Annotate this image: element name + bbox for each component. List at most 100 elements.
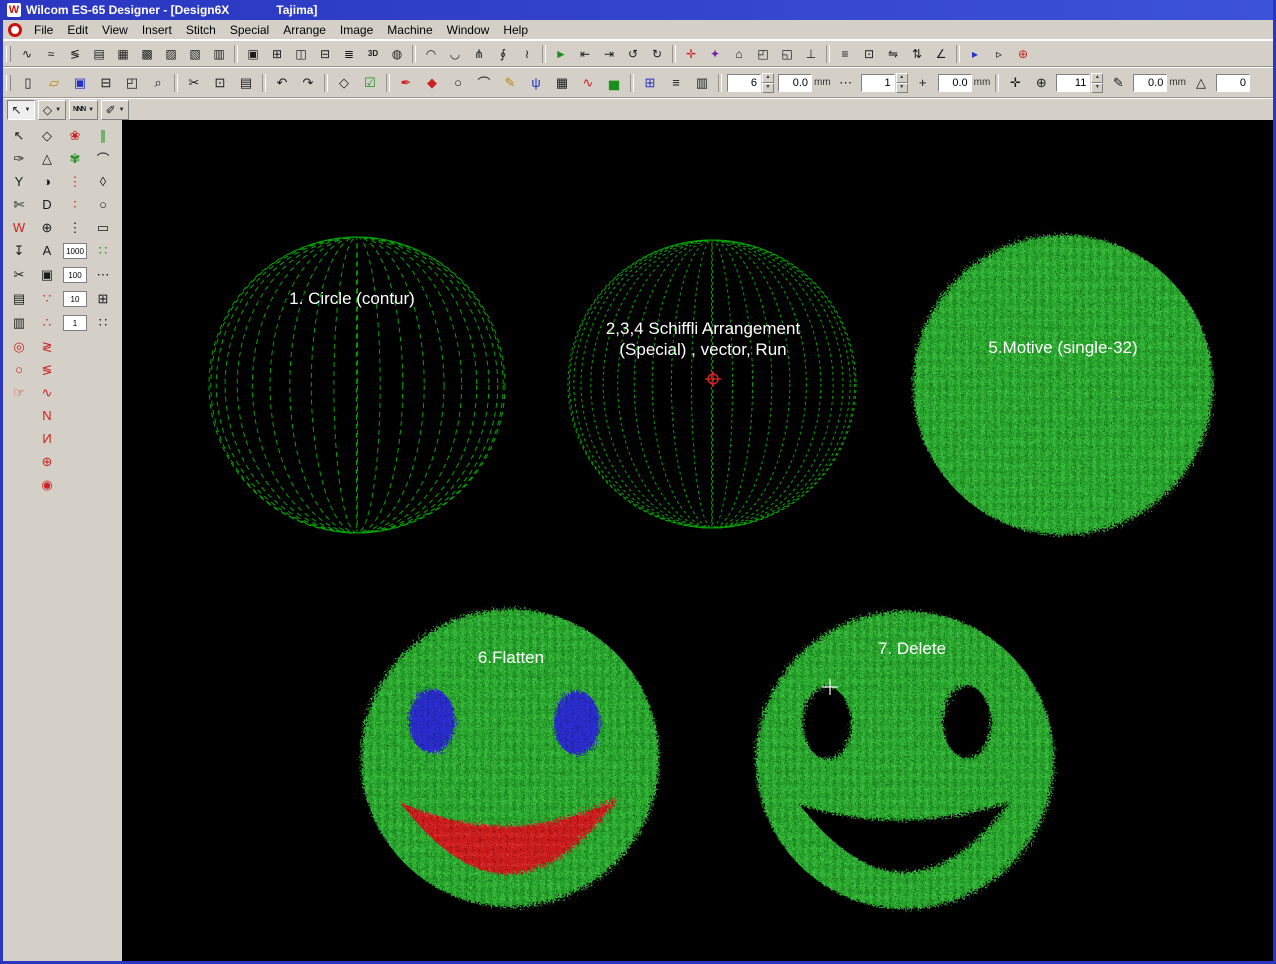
select-tool-icon[interactable]: ↖ [5, 124, 33, 147]
design-canvas[interactable]: 1. Circle (contur) 2,3,4 Schiffli Arrang… [122, 120, 1273, 961]
stitch-length-field[interactable]: 0.0 [778, 74, 812, 92]
menu-help[interactable]: Help [496, 22, 535, 38]
pencil-icon[interactable]: ✎ [498, 72, 522, 94]
letter-d-tool-icon[interactable]: D [33, 193, 61, 216]
y-branch-tool-icon[interactable]: Y [5, 170, 33, 193]
measure-mode-button-dropdown[interactable]: ▼ [119, 107, 125, 113]
semicircle-tool-icon[interactable]: ◑ [33, 170, 61, 193]
redo-icon[interactable]: ↷ [296, 72, 320, 94]
dots-column-icon[interactable]: ⋯ [89, 263, 117, 286]
target-stitch-icon[interactable]: ◉ [33, 473, 61, 496]
tatami-fill-icon[interactable]: ▦ [112, 44, 134, 64]
density-chart-icon[interactable]: ▅ [602, 72, 626, 94]
menu-arrange[interactable]: Arrange [276, 22, 333, 38]
scale-1000-button[interactable]: 1000 [63, 243, 87, 259]
angle-field[interactable]: 0.0 [1133, 74, 1167, 92]
menu-special[interactable]: Special [223, 22, 276, 38]
options-dots-icon[interactable]: ⋯ [834, 72, 858, 94]
menu-window[interactable]: Window [440, 22, 497, 38]
center-design-icon[interactable]: ⊕ [1012, 44, 1034, 64]
flower-tool-icon[interactable]: ❀ [61, 124, 89, 147]
shape-select-icon[interactable]: ◇ [332, 72, 356, 94]
stitch-edit-mode-button-dropdown[interactable]: ▼ [88, 107, 94, 113]
mirror-v-icon[interactable]: ⇅ [906, 44, 928, 64]
design-circle-contour[interactable] [209, 237, 505, 533]
move-icon[interactable]: ✛ [1003, 72, 1027, 94]
chain-stitch-icon[interactable]: ⋮ [61, 216, 89, 239]
print-icon[interactable]: ⊟ [94, 72, 118, 94]
copy-icon[interactable]: ⊡ [208, 72, 232, 94]
sequence-icon[interactable]: ≡ [834, 44, 856, 64]
dots-grid-icon[interactable]: ∷ [89, 311, 117, 334]
anchor-icon[interactable]: ⊥ [800, 44, 822, 64]
spacing-field[interactable]: 0.0 [938, 74, 972, 92]
design-grid-icon[interactable]: ⊞ [638, 72, 662, 94]
needle-down-tool-icon[interactable]: ↧ [5, 239, 33, 262]
grid-size-field[interactable]: 11 [1056, 74, 1090, 92]
contour-fill-icon[interactable]: ▥ [208, 44, 230, 64]
travel-end-icon[interactable]: ⇥ [598, 44, 620, 64]
menu-image[interactable]: Image [333, 22, 380, 38]
scale-100-button[interactable]: 100 [63, 267, 87, 283]
program-split-icon[interactable]: ≣ [338, 44, 360, 64]
polygon-tool-icon[interactable]: △ [33, 147, 61, 170]
filled-shape-icon[interactable]: ◆ [420, 72, 444, 94]
underlap-icon[interactable]: ◱ [776, 44, 798, 64]
rectangle-tool-icon[interactable]: ▭ [89, 216, 117, 239]
n-stitch-icon[interactable]: N [33, 404, 61, 427]
mirror-h-icon[interactable]: ⇋ [882, 44, 904, 64]
freehand-tool-icon[interactable]: ✑ [5, 147, 33, 170]
3d-effect-icon[interactable]: 3D [362, 44, 384, 64]
arc-top-icon[interactable]: ◠ [420, 44, 442, 64]
reshape-mode-button-dropdown[interactable]: ▼ [55, 107, 61, 113]
clone-icon[interactable]: ⊡ [858, 44, 880, 64]
linked-circles-icon[interactable]: ⊕ [33, 450, 61, 473]
scissors-tool-icon[interactable]: ✂ [5, 263, 33, 286]
grid-tool-icon[interactable]: ⊞ [89, 287, 117, 310]
texture-icon[interactable]: ◍ [386, 44, 408, 64]
toolbar-grip[interactable] [6, 75, 11, 91]
new-file-icon[interactable]: ▯ [16, 72, 40, 94]
gradient-fill-icon[interactable]: ▨ [160, 44, 182, 64]
print-preview-icon[interactable]: ◰ [120, 72, 144, 94]
motif-run-icon[interactable]: ≶ [64, 44, 86, 64]
zoom-icon[interactable]: ⌕ [146, 72, 170, 94]
save-icon[interactable]: ▣ [68, 72, 92, 94]
grid-icon[interactable]: ▦ [550, 72, 574, 94]
hatch-tool-icon[interactable]: ∥ [89, 124, 117, 147]
red-zigzag-icon[interactable]: ≷ [33, 335, 61, 358]
menu-stitch[interactable]: Stitch [179, 22, 223, 38]
toolbar-grip[interactable] [6, 46, 11, 62]
menu-view[interactable]: View [95, 22, 135, 38]
overview-icon[interactable]: ▥ [690, 72, 714, 94]
red-dots2-icon[interactable]: ∴ [33, 311, 61, 334]
n-stitch2-icon[interactable]: И [33, 427, 61, 450]
arc-bottom-icon[interactable]: ◡ [444, 44, 466, 64]
sparkle-icon[interactable]: ✦ [704, 44, 726, 64]
plus-marker-icon[interactable]: + [911, 72, 935, 94]
select-mode-button-dropdown[interactable]: ▼ [25, 107, 31, 113]
satin-fill-icon[interactable]: ▤ [88, 44, 110, 64]
triple-run-icon[interactable]: ≈ [40, 44, 62, 64]
cut-icon[interactable]: ✂ [182, 72, 206, 94]
pull-comp-field[interactable]: 1 [861, 74, 895, 92]
add-node-icon[interactable]: ✛ [680, 44, 702, 64]
menu-edit[interactable]: Edit [60, 22, 95, 38]
diamond-tool-icon[interactable]: ◊ [89, 170, 117, 193]
thread-icon[interactable]: ∿ [576, 72, 600, 94]
border-icon[interactable]: ▣ [242, 44, 264, 64]
red-zigzag2-icon[interactable]: ≶ [33, 358, 61, 381]
paste-icon[interactable]: ▤ [234, 72, 258, 94]
rows-icon[interactable]: ⊟ [314, 44, 336, 64]
menu-file[interactable]: File [27, 22, 60, 38]
next-object-icon[interactable]: ▸ [964, 44, 986, 64]
briefcase-tool-icon[interactable]: ▣ [33, 263, 61, 286]
donut-tool-icon[interactable]: ◎ [5, 335, 33, 358]
rotate-cw-icon[interactable]: ↻ [646, 44, 668, 64]
edit-angle-icon[interactable]: ✎ [1106, 72, 1130, 94]
red-zigzag3-icon[interactable]: ∿ [33, 381, 61, 404]
select-mode-button[interactable]: ↖▼ [7, 100, 35, 120]
reshape-mode-button[interactable]: ◇▼ [38, 100, 66, 120]
travel-start-icon[interactable]: ⇤ [574, 44, 596, 64]
design-motive-circle[interactable] [913, 235, 1213, 535]
